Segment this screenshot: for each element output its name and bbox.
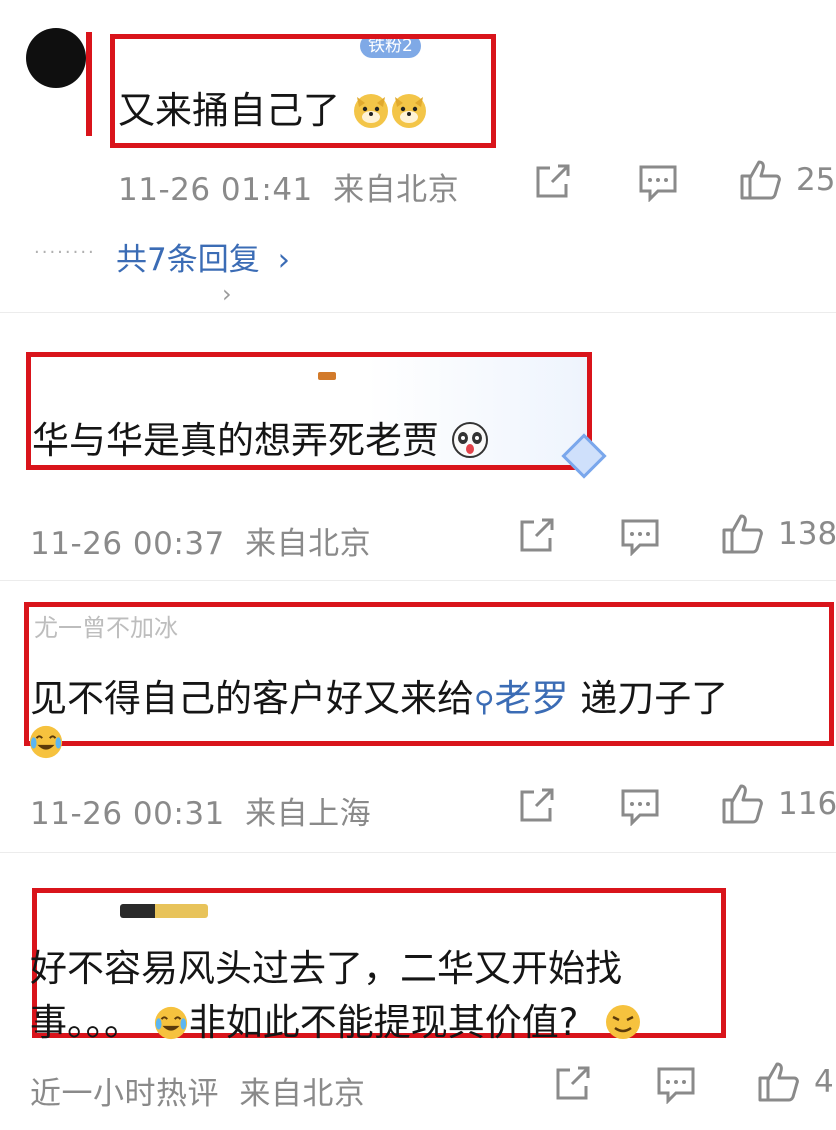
emoji-doge [390,91,428,138]
share-icon [556,1066,590,1100]
emoji-doge [352,91,390,138]
divider [0,580,836,581]
comment-1-text-row: 又来捅自己了 [118,80,428,138]
share-button[interactable] [518,518,556,554]
avatar[interactable] [26,28,86,88]
location: 来自北京 [245,526,372,562]
like-count: 138 [778,516,836,552]
share-button[interactable] [554,1066,592,1102]
comment-icon [657,1067,695,1104]
like-icon [722,514,763,554]
comment-icon [621,789,659,826]
comment-button[interactable] [620,518,660,556]
comment-icon [621,519,659,556]
timestamp: 11-26 00:37 [30,526,225,562]
emoji-crying-laugh [28,724,64,764]
mention-link[interactable]: ⚲老罗 [474,677,569,720]
chevron-right-icon: › [277,242,290,278]
like-button[interactable]: 4 [758,1062,834,1102]
comment-icon [639,165,677,202]
like-count: 25 [796,162,836,198]
share-button[interactable] [518,788,556,824]
comment-3-text-before: 见不得自己的客户好又来给 [30,677,474,720]
share-icon [520,788,554,822]
like-button[interactable]: 116 [722,784,836,824]
chevron-right-icon: › [222,280,232,308]
like-icon [722,784,763,824]
comment-4-meta: 近一小时热评 来自北京 [30,1068,365,1113]
username-obscured [120,904,208,918]
comment-4-text-line2: 事。。。 非如此不能提现其价值? [30,992,642,1050]
username-obscured [318,372,336,380]
share-icon [536,164,570,198]
like-button[interactable]: 25 [740,160,835,200]
username-partial: 尤一曾不加冰 [34,614,178,642]
divider [0,852,836,853]
timestamp: 11-26 00:31 [30,796,225,832]
like-icon [740,160,781,200]
comment-button[interactable] [620,788,660,826]
emoji-smirk [604,1003,642,1050]
emoji-panda [451,421,489,468]
replies-link[interactable]: 共7条回复 › [116,234,290,279]
location: 来自上海 [245,796,372,832]
mention-text: 老罗 [494,677,569,720]
share-icon [520,518,554,552]
replies-label: 共7条回复 [116,242,260,278]
comment-3-text-row: 见不得自己的客户好又来给⚲老罗 递刀子了 [30,668,728,722]
location: 来自北京 [239,1076,366,1112]
comment-button[interactable] [656,1066,696,1104]
emoji-crying-laugh [153,1005,189,1050]
comment-3-meta: 11-26 00:31 来自上海 [30,788,371,833]
comment-2-text-row: 华与华是真的想弄死老贾 [32,410,489,468]
comment-1-meta: 11-26 01:41 来自北京 [118,164,459,209]
like-button[interactable]: 138 [722,514,836,554]
search-icon: ⚲ [474,685,495,718]
comment-2-meta: 11-26 00:37 来自北京 [30,518,371,563]
comment-2-text: 华与华是真的想弄死老贾 [32,419,439,462]
comment-1-text: 又来捅自己了 [118,89,340,132]
comment-4-text-line1: 好不容易风头过去了，二华又开始找 [30,947,622,990]
comment-button[interactable] [638,164,678,202]
comment-3-text-after: 递刀子了 [568,677,729,720]
like-count: 4 [814,1064,834,1100]
like-count: 116 [778,786,836,822]
share-button[interactable] [534,164,572,200]
like-icon [758,1062,799,1102]
comment-4-text-a: 事。。。 [30,1001,141,1044]
comment-4-text-b: 非如此不能提现其价值? [188,1001,579,1044]
highlight-marker [86,32,92,136]
thread-indent-dots: ········ [34,242,96,263]
location: 来自北京 [333,172,460,208]
divider [0,312,836,313]
timestamp: 近一小时热评 [30,1076,219,1112]
timestamp: 11-26 01:41 [118,172,313,208]
